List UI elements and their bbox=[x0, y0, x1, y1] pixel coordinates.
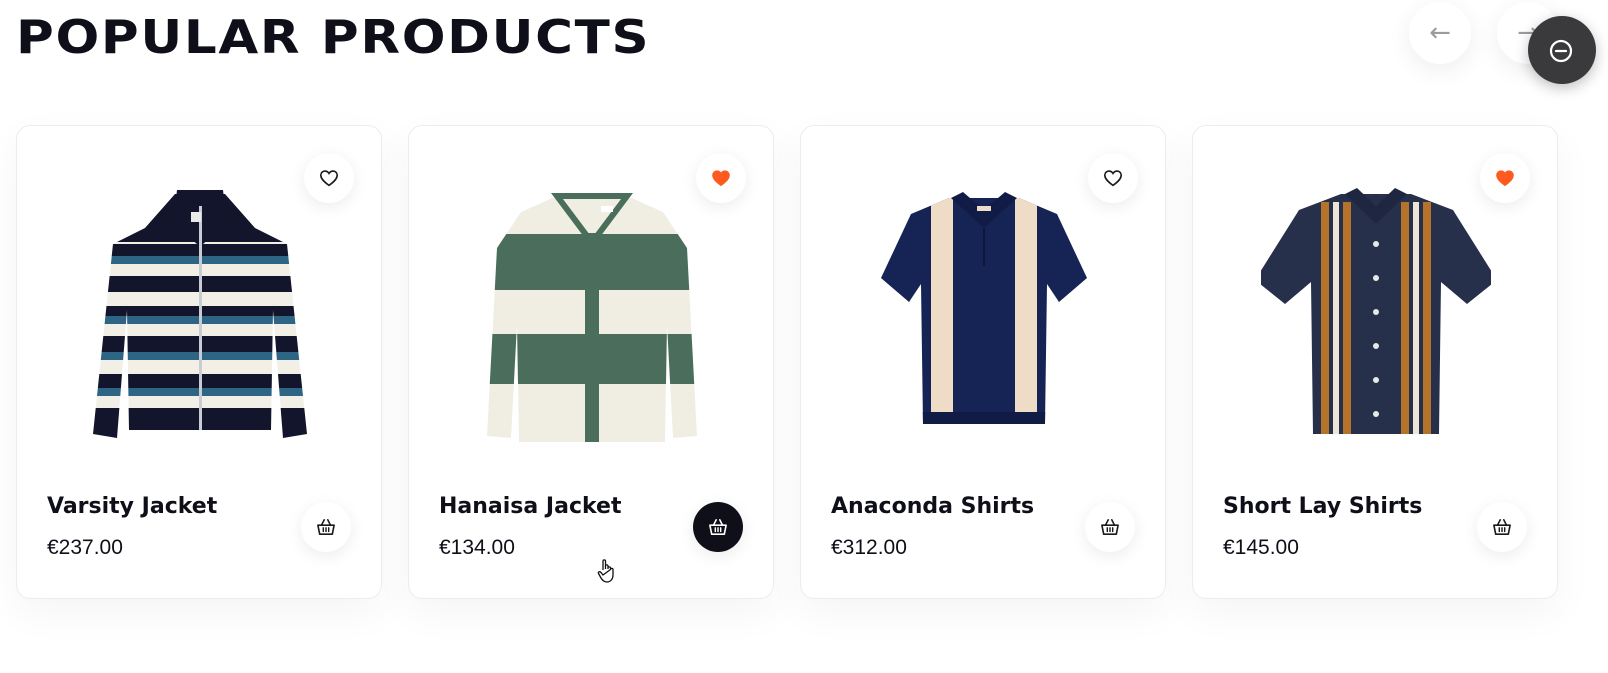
product-card[interactable]: Varsity Jacket €237.00 bbox=[16, 125, 382, 599]
product-price: €312.00 bbox=[831, 536, 907, 559]
add-to-cart-button[interactable] bbox=[693, 502, 743, 552]
heart-filled-icon bbox=[712, 170, 730, 187]
product-card[interactable]: Anaconda Shirts €312.00 bbox=[800, 125, 1166, 599]
product-image-hanaisa-jacket bbox=[487, 193, 697, 442]
minus-circle-icon bbox=[1549, 39, 1573, 63]
product-price: €237.00 bbox=[47, 536, 123, 559]
product-card[interactable]: Short Lay Shirts €145.00 bbox=[1192, 125, 1558, 599]
product-name[interactable]: Anaconda Shirts bbox=[831, 494, 1034, 519]
product-image-varsity-jacket bbox=[93, 190, 307, 438]
basket-icon bbox=[1493, 518, 1511, 536]
product-price: €145.00 bbox=[1223, 536, 1299, 559]
product-image-short-lay-shirt bbox=[1261, 188, 1491, 434]
basket-icon bbox=[317, 518, 335, 536]
basket-icon bbox=[709, 518, 727, 536]
hand-cursor-icon bbox=[597, 559, 614, 583]
heart-outline-icon bbox=[1103, 170, 1123, 187]
product-name[interactable]: Short Lay Shirts bbox=[1223, 494, 1422, 519]
heart-filled-icon bbox=[1496, 170, 1514, 187]
product-card[interactable]: Hanaisa Jacket €134.00 bbox=[408, 125, 774, 599]
add-to-cart-button[interactable] bbox=[1085, 502, 1135, 552]
product-price: €134.00 bbox=[439, 536, 515, 559]
add-to-cart-button[interactable] bbox=[301, 502, 351, 552]
section-title: POPULAR PRODUCTS bbox=[16, 10, 651, 64]
carousel-prev-button[interactable]: ← bbox=[1409, 2, 1471, 64]
add-to-cart-button[interactable] bbox=[1477, 502, 1527, 552]
product-name[interactable]: Varsity Jacket bbox=[47, 494, 217, 519]
product-name[interactable]: Hanaisa Jacket bbox=[439, 494, 621, 519]
basket-icon bbox=[1101, 518, 1119, 536]
arrow-left-icon: ← bbox=[1429, 18, 1451, 48]
product-image-anaconda-shirt bbox=[881, 192, 1087, 424]
heart-outline-icon bbox=[319, 170, 339, 187]
floating-widget-button[interactable] bbox=[1528, 16, 1596, 84]
